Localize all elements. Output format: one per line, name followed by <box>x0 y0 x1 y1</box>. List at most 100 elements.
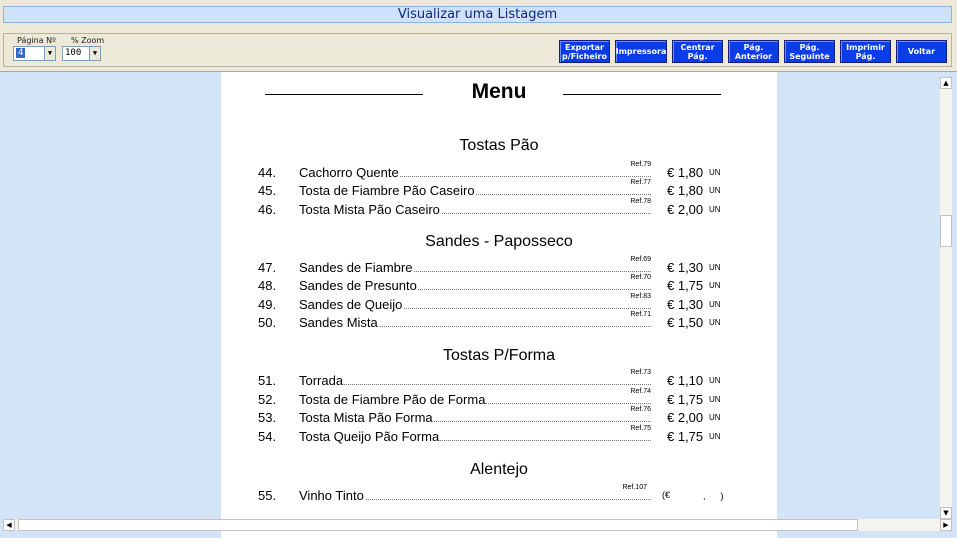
item-price: € 1,30 <box>667 297 704 312</box>
list-item: 46. Tosta Mista Pão Caseiro Ref.78 € 2,0… <box>221 198 777 218</box>
item-price: € 1,50 <box>667 315 704 330</box>
chevron-down-icon[interactable]: ▼ <box>44 47 55 60</box>
list-item: 45. Tosta de Fiambre Pão Caseiro Ref.77 … <box>221 179 777 199</box>
item-price: € 1,75 <box>667 392 704 407</box>
item-ref: Ref.70 <box>630 274 651 281</box>
item-name: Tosta Queijo Pão Forma <box>299 429 441 444</box>
chevron-down-icon[interactable]: ▼ <box>89 47 100 60</box>
window-title: Visualizar uma Listagem <box>3 6 952 23</box>
list-item: 50. Sandes Mista Ref.71 € 1,50 UN <box>221 311 777 331</box>
item-unit: UN <box>709 395 721 404</box>
list-item: 48. Sandes de Presunto Ref.70 € 1,75 UN <box>221 274 777 294</box>
item-ref: Ref.73 <box>630 369 651 376</box>
zoom-select[interactable]: 100 ▼ <box>62 46 101 61</box>
item-number: 47. <box>258 260 277 275</box>
item-ref: Ref.74 <box>630 388 651 395</box>
center-page-button[interactable]: Centrar Pág. <box>672 40 723 63</box>
list-item: 51. Torrada Ref.73 € 1,10 UN <box>221 369 777 389</box>
leader-dots <box>301 384 651 385</box>
section-heading: Sandes - Paposseco <box>425 233 573 250</box>
item-ref: Ref.69 <box>630 256 651 263</box>
item-name: Tosta de Fiambre Pão Caseiro <box>299 183 476 198</box>
item-name: Sandes de Queijo <box>299 297 404 312</box>
horizontal-scroll-thumb[interactable] <box>18 519 858 531</box>
item-price: (€ <box>662 490 671 500</box>
item-unit: UN <box>709 413 721 422</box>
item-unit: , ) <box>703 491 724 501</box>
item-number: 49. <box>258 297 277 312</box>
item-price: € 1,80 <box>667 183 704 198</box>
item-price: € 2,00 <box>667 410 704 425</box>
back-button[interactable]: Voltar <box>896 40 947 63</box>
page-number-select[interactable]: 4 ▼ <box>13 46 56 61</box>
item-unit: UN <box>709 263 721 272</box>
scroll-right-icon[interactable]: ▶ <box>940 519 952 531</box>
horizontal-scrollbar[interactable]: ◀ ▶ <box>3 519 952 531</box>
item-price: € 1,75 <box>667 278 704 293</box>
item-price: € 2,00 <box>667 202 704 217</box>
item-ref: Ref.77 <box>630 179 651 186</box>
item-ref: Ref.71 <box>630 311 651 318</box>
vertical-scrollbar[interactable]: ▲ ▼ <box>940 77 952 519</box>
vertical-scroll-thumb[interactable] <box>940 215 952 247</box>
item-number: 52. <box>258 392 277 407</box>
list-item: 47. Sandes de Fiambre Ref.69 € 1,30 UN <box>221 256 777 276</box>
printer-button[interactable]: Impressora <box>615 40 667 63</box>
report-page: Menu Tostas Pão 44. Cachorro Quente Ref.… <box>221 72 777 538</box>
preview-viewport[interactable]: Menu Tostas Pão 44. Cachorro Quente Ref.… <box>0 71 957 538</box>
item-number: 46. <box>258 202 277 217</box>
zoom-value: 100 <box>65 48 82 58</box>
item-name: Sandes de Fiambre <box>299 260 414 275</box>
list-item: 44. Cachorro Quente Ref.79 € 1,80 UN <box>221 161 777 181</box>
item-number: 55. <box>258 488 277 503</box>
item-name: Sandes de Presunto <box>299 278 418 293</box>
item-number: 44. <box>258 165 277 180</box>
item-name: Torrada <box>299 373 345 388</box>
section-heading: Tostas Pão <box>459 137 539 154</box>
scroll-up-icon[interactable]: ▲ <box>940 77 952 89</box>
scroll-left-icon[interactable]: ◀ <box>3 519 15 531</box>
item-ref: Ref.107 <box>622 484 647 491</box>
previous-page-button[interactable]: Pág. Anterior <box>728 40 779 63</box>
list-item: 53. Tosta Mista Pão Forma Ref.76 € 2,00 … <box>221 406 777 426</box>
section-heading: Alentejo <box>470 461 528 478</box>
item-name: Tosta Mista Pão Forma <box>299 410 434 425</box>
item-name: Cachorro Quente <box>299 165 400 180</box>
scroll-down-icon[interactable]: ▼ <box>940 507 952 519</box>
page-number-label: Página Nº <box>17 36 56 45</box>
item-price: € 1,80 <box>667 165 704 180</box>
toolbar: Página Nº 4 ▼ % Zoom 100 ▼ Exportar p/Fi… <box>3 33 952 67</box>
export-file-button[interactable]: Exportar p/Ficheiro <box>559 40 610 63</box>
item-number: 48. <box>258 278 277 293</box>
next-page-button[interactable]: Pág. Seguinte <box>784 40 835 63</box>
item-number: 53. <box>258 410 277 425</box>
item-name: Tosta Mista Pão Caseiro <box>299 202 441 217</box>
report-title: Menu <box>471 80 527 103</box>
item-price: € 1,10 <box>667 373 704 388</box>
list-item: 54. Tosta Queijo Pão Forma Ref.75 € 1,75… <box>221 425 777 445</box>
title-rule-right <box>563 94 721 95</box>
item-ref: Ref.75 <box>630 425 651 432</box>
item-name: Sandes Mista <box>299 315 379 330</box>
item-number: 50. <box>258 315 277 330</box>
item-price: € 1,30 <box>667 260 704 275</box>
list-item: 49. Sandes de Queijo Ref.83 € 1,30 UN <box>221 293 777 313</box>
item-number: 51. <box>258 373 277 388</box>
section-heading: Tostas P/Forma <box>442 347 556 364</box>
item-ref: Ref.83 <box>630 293 651 300</box>
item-unit: UN <box>709 300 721 309</box>
print-page-button[interactable]: Imprimir Pág. <box>840 40 891 63</box>
item-ref: Ref.78 <box>630 198 651 205</box>
item-unit: UN <box>709 432 721 441</box>
list-item: 52. Tosta de Fiambre Pão de Forma Ref.74… <box>221 388 777 408</box>
item-unit: UN <box>709 168 721 177</box>
zoom-label: % Zoom <box>71 36 105 45</box>
item-number: 54. <box>258 429 277 444</box>
item-ref: Ref.79 <box>630 161 651 168</box>
item-unit: UN <box>709 205 721 214</box>
list-item: 55. Vinho Tinto Ref.107 (€ , ) <box>221 484 777 504</box>
item-number: 45. <box>258 183 277 198</box>
page-number-value: 4 <box>16 48 26 58</box>
item-name: Tosta de Fiambre Pão de Forma <box>299 392 487 407</box>
item-unit: UN <box>709 318 721 327</box>
